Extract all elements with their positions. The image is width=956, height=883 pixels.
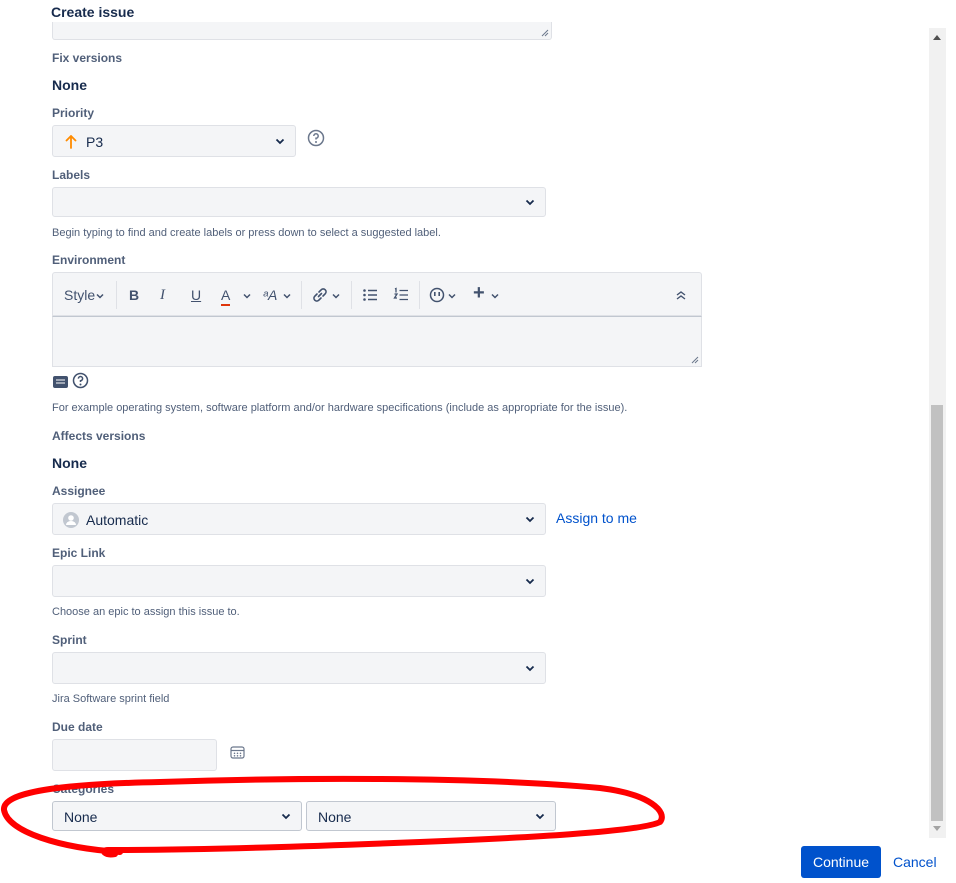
text-color-button[interactable]: A [221, 285, 251, 306]
dialog-title: Create issue [51, 4, 135, 20]
emoji-button[interactable] [429, 285, 459, 305]
underline-button[interactable]: U [191, 285, 201, 305]
environment-help: For example operating system, software p… [52, 402, 628, 414]
priority-label: Priority [52, 106, 95, 120]
chevron-down-icon [535, 813, 545, 820]
resize-handle-icon[interactable] [691, 356, 699, 364]
avatar-icon [63, 512, 79, 528]
categories-primary-value: None [64, 809, 98, 825]
due-date-input[interactable] [52, 739, 217, 771]
description-textarea-bottom[interactable] [52, 22, 552, 40]
link-icon [313, 288, 327, 302]
style-label: Style [64, 287, 96, 303]
collapse-toolbar-button[interactable] [675, 285, 687, 305]
categories-select-primary[interactable]: None [52, 801, 302, 831]
assignee-label: Assignee [52, 484, 106, 498]
labels-select[interactable] [52, 187, 546, 217]
priority-value: P3 [86, 134, 104, 150]
affects-versions-label: Affects versions [52, 429, 146, 443]
toolbar-divider [301, 281, 302, 309]
categories-secondary-value: None [318, 809, 352, 825]
due-date-label: Due date [52, 720, 103, 734]
chevron-down-icon [332, 293, 340, 299]
chevron-down-icon [525, 665, 535, 672]
sprint-select[interactable] [52, 652, 546, 684]
scrollbar[interactable] [929, 28, 946, 838]
bullet-list-icon [363, 289, 377, 301]
environment-textarea[interactable] [52, 316, 702, 367]
categories-label: Categories [52, 782, 115, 796]
scroll-down-arrow-icon[interactable] [933, 826, 941, 831]
link-button[interactable] [311, 285, 341, 305]
sprint-label: Sprint [52, 633, 87, 647]
epic-link-select[interactable] [52, 565, 546, 597]
chevron-down-icon [491, 293, 499, 299]
epic-link-help: Choose an epic to assign this issue to. [52, 606, 240, 618]
labels-label: Labels [52, 168, 91, 182]
style-dropdown[interactable]: Style [64, 285, 105, 305]
fix-versions-value[interactable]: None [52, 77, 87, 93]
epic-link-label: Epic Link [52, 546, 106, 560]
double-chevron-up-icon [676, 291, 686, 300]
sprint-help: Jira Software sprint field [52, 693, 170, 705]
scrollbar-thumb[interactable] [931, 405, 943, 821]
emoji-icon [429, 287, 445, 303]
fix-versions-label: Fix versions [52, 51, 123, 65]
chevron-down-icon [525, 578, 535, 585]
bullet-list-button[interactable] [362, 285, 378, 305]
more-formatting-label: ᵃA [263, 287, 278, 303]
environment-label: Environment [52, 253, 126, 267]
calendar-icon[interactable] [230, 745, 245, 759]
categories-select-secondary[interactable]: None [306, 801, 556, 831]
arrow-up-icon [65, 135, 77, 149]
chevron-down-icon [525, 199, 535, 206]
chevron-down-icon [243, 293, 251, 299]
insert-more-button[interactable]: + [473, 282, 503, 305]
toolbar-divider [351, 281, 352, 309]
bold-button[interactable]: B [129, 285, 139, 305]
numbered-list-button[interactable] [393, 285, 409, 305]
toolbar-divider [419, 281, 420, 309]
assignee-select[interactable]: Automatic [52, 503, 546, 535]
chevron-down-icon [283, 293, 291, 299]
chevron-down-icon [525, 516, 535, 523]
italic-button[interactable]: I [160, 285, 165, 305]
continue-button[interactable]: Continue [801, 846, 881, 878]
priority-select[interactable]: P3 [52, 125, 296, 157]
help-icon[interactable] [72, 372, 89, 389]
resize-handle-icon[interactable] [541, 29, 549, 37]
text-mode-icon[interactable] [53, 376, 68, 388]
toolbar-divider [116, 281, 117, 309]
labels-help: Begin typing to find and create labels o… [52, 227, 441, 239]
assignee-value: Automatic [86, 512, 149, 528]
text-color-label: A [221, 287, 231, 306]
cancel-link[interactable]: Cancel [893, 854, 937, 870]
plus-icon: + [473, 282, 485, 304]
chevron-down-icon [448, 293, 456, 299]
editor-toolbar: Style B I U A ᵃA + [52, 272, 702, 316]
chevron-down-icon [275, 138, 285, 145]
assign-to-me-link[interactable]: Assign to me [556, 510, 637, 526]
chevron-down-icon [96, 294, 104, 299]
numbered-list-icon [393, 287, 408, 301]
help-icon[interactable] [307, 129, 325, 147]
chevron-down-icon [281, 813, 291, 820]
scroll-up-arrow-icon[interactable] [933, 35, 941, 40]
more-formatting-button[interactable]: ᵃA [263, 285, 293, 305]
affects-versions-value[interactable]: None [52, 455, 87, 471]
